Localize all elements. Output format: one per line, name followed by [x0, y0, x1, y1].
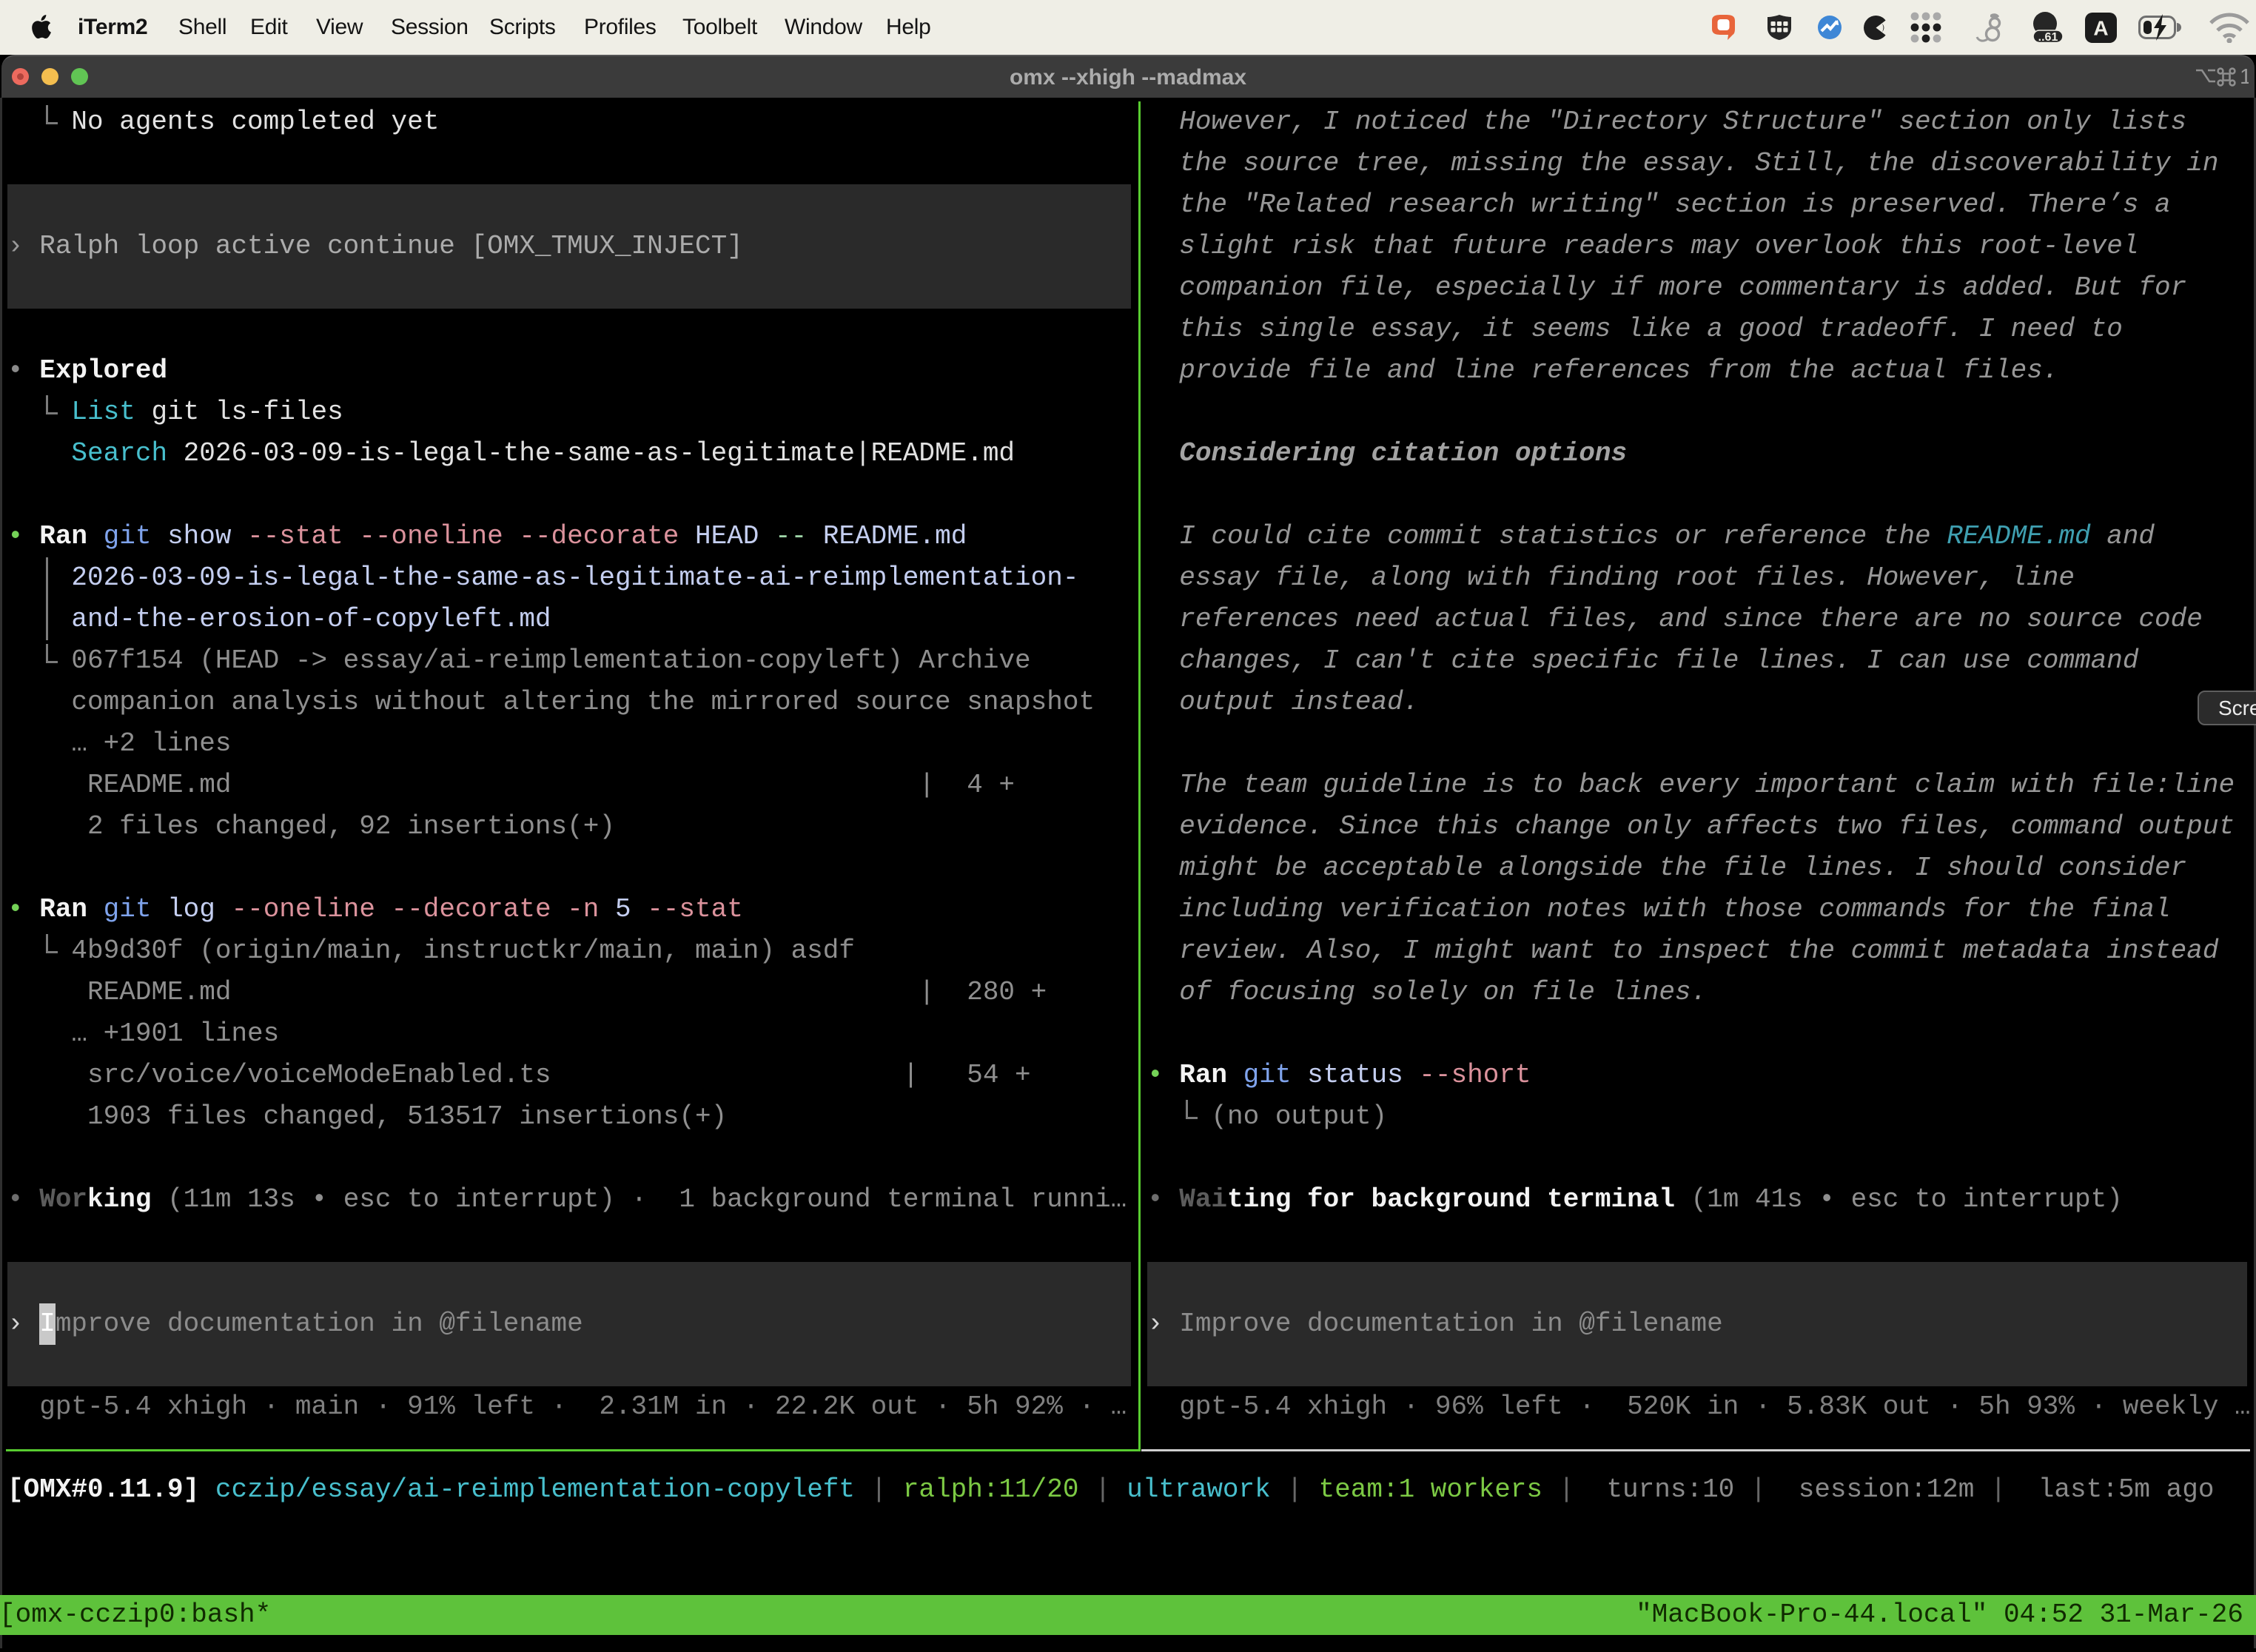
svg-text:..61: ..61	[2038, 31, 2058, 43]
svg-text:1: 1	[2240, 66, 2249, 87]
svg-text:A: A	[2093, 17, 2108, 40]
